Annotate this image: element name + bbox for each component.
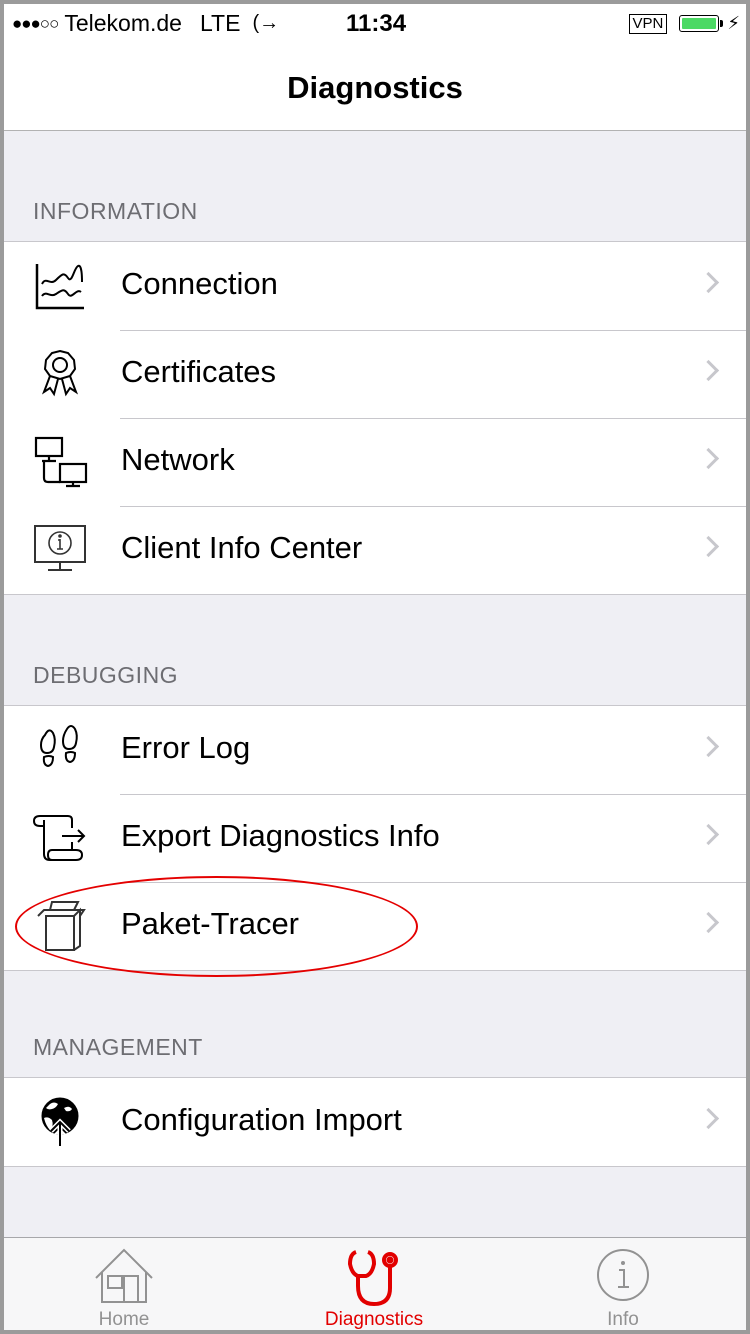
- home-icon: [94, 1248, 154, 1309]
- list-item-export-diagnostics-info[interactable]: Export Diagnostics Info: [4, 794, 746, 882]
- chevron-right-icon: [697, 535, 720, 558]
- screen: ●●●○○ Telekom.de LTE (→ 11:34 VPN ⚡︎ Dia…: [4, 4, 746, 1330]
- globe-import-icon: [32, 1096, 88, 1148]
- chevron-right-icon: [697, 271, 720, 294]
- footprints-icon: [32, 724, 88, 776]
- battery-icon: [679, 15, 724, 32]
- scroll-export-icon: [32, 812, 88, 864]
- tab-label: Home: [98, 1309, 150, 1330]
- section-header-debugging: DEBUGGING: [33, 662, 179, 688]
- navigation-bar: Diagnostics: [4, 44, 746, 131]
- row-label: Certificates: [121, 354, 277, 389]
- chevron-right-icon: [697, 911, 720, 934]
- call-forward-icon: (→: [252, 12, 280, 34]
- network-type: LTE: [199, 10, 241, 36]
- list-item-paket-tracer[interactable]: Paket-Tracer: [4, 882, 746, 970]
- tab-info[interactable]: Info: [533, 1238, 713, 1330]
- row-label: Export Diagnostics Info: [121, 818, 440, 853]
- chart-icon: [32, 260, 88, 312]
- certificate-icon: [32, 348, 88, 400]
- debugging-list: Error Log Export Diagnostics Info Paket-…: [4, 705, 746, 971]
- stethoscope-icon: [346, 1248, 402, 1313]
- list-item-connection[interactable]: Connection: [4, 242, 746, 330]
- row-label: Client Info Center: [121, 530, 363, 565]
- bolt-icon: ⚡︎: [727, 13, 740, 33]
- network-icon: [32, 436, 88, 488]
- chevron-right-icon: [697, 447, 720, 470]
- row-label: Connection: [121, 266, 278, 301]
- list-item-client-info-center[interactable]: Client Info Center: [4, 506, 746, 594]
- tab-home[interactable]: Home: [34, 1238, 214, 1330]
- tab-diagnostics[interactable]: Diagnostics: [284, 1238, 464, 1330]
- tab-label: Info: [607, 1309, 639, 1330]
- chevron-right-icon: [697, 735, 720, 758]
- signal-strength-icon: ●●●○○: [12, 13, 59, 33]
- tab-bar: Home Diagnostics Info: [4, 1237, 746, 1330]
- list-item-configuration-import[interactable]: Configuration Import: [4, 1078, 746, 1166]
- row-label: Error Log: [121, 730, 251, 765]
- status-time: 11:34: [346, 10, 407, 37]
- carrier-name: Telekom.de: [64, 10, 182, 36]
- chevron-right-icon: [697, 359, 720, 382]
- vpn-badge: VPN: [628, 13, 668, 34]
- info-icon: [595, 1248, 651, 1309]
- monitor-info-icon: [32, 524, 88, 576]
- section-header-information: INFORMATION: [33, 198, 198, 224]
- chevron-right-icon: [697, 823, 720, 846]
- row-label: Network: [121, 442, 235, 477]
- section-header-management: MANAGEMENT: [33, 1034, 203, 1060]
- row-label: Paket-Tracer: [121, 906, 300, 941]
- page-title: Diagnostics: [287, 70, 463, 105]
- list-item-network[interactable]: Network: [4, 418, 746, 506]
- list-item-certificates[interactable]: Certificates: [4, 330, 746, 418]
- tab-label: Diagnostics: [324, 1309, 424, 1330]
- row-label: Configuration Import: [121, 1102, 402, 1137]
- box-icon: [32, 900, 88, 952]
- information-list: Connection Certificates Network Client I…: [4, 241, 746, 595]
- management-list: Configuration Import: [4, 1077, 746, 1167]
- list-item-error-log[interactable]: Error Log: [4, 706, 746, 794]
- status-bar: ●●●○○ Telekom.de LTE (→ 11:34 VPN ⚡︎: [4, 4, 746, 44]
- chevron-right-icon: [697, 1107, 720, 1130]
